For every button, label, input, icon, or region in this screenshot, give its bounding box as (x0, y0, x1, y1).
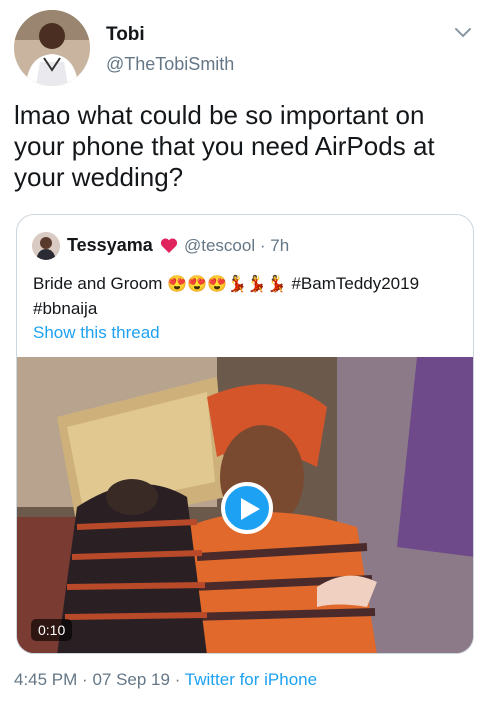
play-button[interactable] (221, 482, 273, 534)
tweet-body: lmao what could be so important on your … (14, 100, 435, 192)
quoted-text: Bride and Groom (33, 274, 163, 293)
author-handle[interactable]: @TheTobiSmith (106, 54, 234, 75)
video-duration-badge: 0:10 (31, 619, 73, 641)
quoted-time[interactable]: 7h (270, 236, 289, 255)
quoted-body: Bride and Groom 😍😍😍💃💃💃 #BamTeddy2019 #bb… (33, 271, 463, 321)
tweet-source-link[interactable]: Twitter for iPhone (185, 670, 317, 689)
meta-separator: · (259, 236, 266, 255)
quoted-tweet[interactable]: Tessyama @tescool · 7h Bride and Groom 😍… (16, 214, 474, 654)
chevron-down-icon[interactable] (454, 26, 472, 40)
heart-eyes-emoji-icon: 😍 (207, 276, 227, 293)
dancer-emoji-icon: 💃 (246, 276, 267, 293)
quoted-author-avatar[interactable] (32, 232, 60, 260)
footer-separator: · (82, 670, 88, 689)
dancer-emoji-icon: 💃 (266, 276, 287, 293)
heart-icon (160, 238, 178, 253)
quoted-author-handle[interactable]: @tescool (184, 236, 255, 255)
tweet-footer: 4:45 PM · 07 Sep 19 · Twitter for iPhone (14, 670, 317, 690)
hashtag-link[interactable]: #bbnaija (33, 299, 97, 318)
show-thread-link[interactable]: Show this thread (33, 323, 160, 343)
tweet-header: Tobi @TheTobiSmith (14, 10, 476, 86)
avatar-photo (14, 10, 90, 86)
quoted-author-name[interactable]: Tessyama (67, 235, 153, 256)
play-icon (241, 498, 260, 520)
footer-separator: · (174, 670, 181, 689)
heart-eyes-emoji-icon: 😍 (167, 276, 188, 293)
quoted-meta: @tescool · 7h (184, 236, 289, 256)
author-name[interactable]: Tobi (106, 24, 145, 46)
dancer-emoji-icon: 💃 (226, 276, 247, 293)
hashtag-link[interactable]: #BamTeddy2019 (291, 274, 419, 293)
author-avatar[interactable] (14, 10, 90, 86)
heart-eyes-emoji-icon: 😍 (187, 276, 208, 293)
video-player[interactable]: 0:10 (17, 357, 473, 653)
quoted-avatar-photo (32, 232, 60, 260)
tweet-time[interactable]: 4:45 PM (14, 670, 77, 689)
tweet-date[interactable]: 07 Sep 19 (92, 670, 170, 689)
